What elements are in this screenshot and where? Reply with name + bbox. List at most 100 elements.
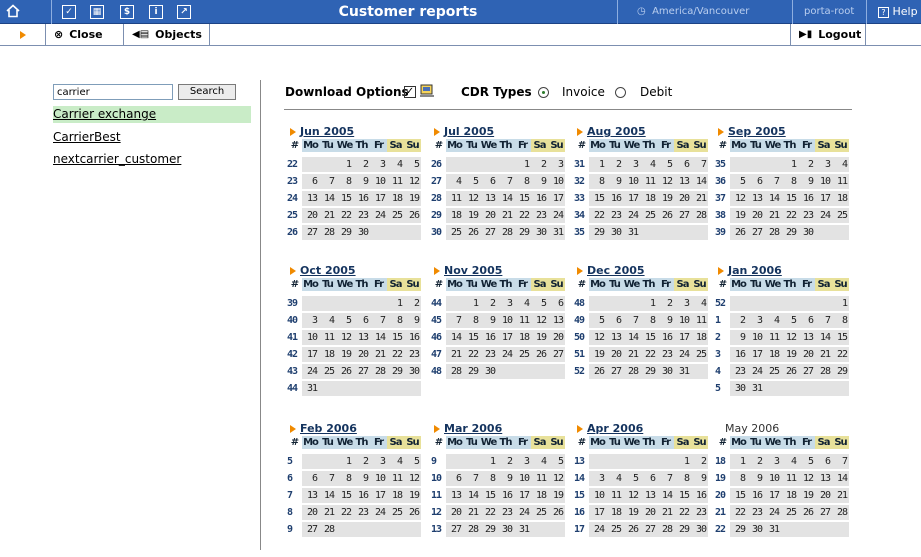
day-cell[interactable]: 10 xyxy=(370,471,387,486)
day-cell[interactable]: 23 xyxy=(480,347,497,362)
day-cell[interactable]: 25 xyxy=(387,505,404,520)
day-cell[interactable]: 4 xyxy=(781,454,798,469)
day-cell[interactable]: 16 xyxy=(497,488,514,503)
day-cell[interactable]: 19 xyxy=(781,347,798,362)
day-cell[interactable]: 1 xyxy=(514,157,531,172)
day-cell[interactable]: 20 xyxy=(302,505,319,520)
day-cell[interactable]: 5 xyxy=(589,313,606,328)
week-number[interactable]: 35 xyxy=(715,156,730,173)
day-cell[interactable]: 2 xyxy=(657,296,674,311)
day-cell[interactable]: 4 xyxy=(387,454,404,469)
day-cell[interactable]: 10 xyxy=(302,330,319,345)
day-cell[interactable]: 5 xyxy=(463,174,480,189)
day-cell[interactable]: 24 xyxy=(302,364,319,379)
week-number[interactable]: 5 xyxy=(287,453,302,470)
month-title-link[interactable]: Apr 2006 xyxy=(574,422,710,436)
day-cell[interactable]: 25 xyxy=(640,208,657,223)
day-cell[interactable]: 26 xyxy=(404,505,421,520)
day-cell[interactable]: 1 xyxy=(832,296,849,311)
day-cell[interactable]: 15 xyxy=(514,191,531,206)
week-number[interactable]: 45 xyxy=(431,312,446,329)
day-cell[interactable]: 3 xyxy=(497,296,514,311)
day-cell[interactable]: 13 xyxy=(674,174,691,189)
day-cell[interactable]: 29 xyxy=(674,522,691,537)
day-cell[interactable]: 3 xyxy=(674,296,691,311)
day-cell[interactable]: 13 xyxy=(302,488,319,503)
day-cell[interactable]: 23 xyxy=(404,347,421,362)
day-cell[interactable]: 11 xyxy=(319,330,336,345)
day-cell[interactable]: 1 xyxy=(480,454,497,469)
day-cell[interactable]: 11 xyxy=(781,471,798,486)
debit-radio[interactable] xyxy=(615,87,626,98)
day-cell[interactable]: 2 xyxy=(730,313,747,328)
check-icon[interactable]: ✓ xyxy=(62,5,76,19)
day-cell[interactable]: 10 xyxy=(497,313,514,328)
day-cell[interactable]: 12 xyxy=(463,191,480,206)
dashboard-icon[interactable]: ▦ xyxy=(90,5,104,19)
day-cell[interactable]: 23 xyxy=(531,208,548,223)
day-cell[interactable]: 2 xyxy=(404,296,421,311)
week-number[interactable]: 41 xyxy=(287,329,302,346)
day-cell[interactable]: 5 xyxy=(548,454,565,469)
day-cell[interactable]: 25 xyxy=(387,208,404,223)
day-cell[interactable]: 19 xyxy=(531,330,548,345)
home-icon[interactable] xyxy=(6,4,20,20)
day-cell[interactable]: 31 xyxy=(764,522,781,537)
week-number[interactable]: 25 xyxy=(287,207,302,224)
day-cell[interactable]: 19 xyxy=(623,505,640,520)
day-cell[interactable]: 1 xyxy=(336,454,353,469)
info-icon[interactable]: i xyxy=(149,5,163,19)
day-cell[interactable]: 27 xyxy=(747,225,764,240)
day-cell[interactable]: 2 xyxy=(497,454,514,469)
day-cell[interactable]: 9 xyxy=(404,313,421,328)
day-cell[interactable]: 18 xyxy=(764,347,781,362)
week-number[interactable]: 27 xyxy=(431,173,446,190)
day-cell[interactable]: 10 xyxy=(370,174,387,189)
day-cell[interactable]: 7 xyxy=(370,313,387,328)
day-cell[interactable]: 15 xyxy=(832,330,849,345)
week-number[interactable]: 50 xyxy=(574,329,589,346)
day-cell[interactable]: 26 xyxy=(657,208,674,223)
day-cell[interactable]: 29 xyxy=(832,364,849,379)
day-cell[interactable]: 9 xyxy=(606,174,623,189)
day-cell[interactable]: 5 xyxy=(404,157,421,172)
download-options-checkbox[interactable]: ✓ xyxy=(404,86,416,98)
day-cell[interactable]: 25 xyxy=(514,347,531,362)
day-cell[interactable]: 7 xyxy=(623,313,640,328)
month-title-link[interactable]: Jan 2006 xyxy=(715,264,851,278)
day-cell[interactable]: 18 xyxy=(319,347,336,362)
week-number[interactable]: 17 xyxy=(574,521,589,538)
day-cell[interactable]: 26 xyxy=(730,225,747,240)
month-title-link[interactable]: Sep 2005 xyxy=(715,125,851,139)
day-cell[interactable]: 20 xyxy=(446,505,463,520)
day-cell[interactable]: 2 xyxy=(606,157,623,172)
day-cell[interactable]: 25 xyxy=(691,347,708,362)
day-cell[interactable]: 4 xyxy=(514,296,531,311)
day-cell[interactable]: 19 xyxy=(336,347,353,362)
day-cell[interactable]: 29 xyxy=(463,364,480,379)
day-cell[interactable]: 6 xyxy=(674,157,691,172)
week-number[interactable]: 12 xyxy=(431,504,446,521)
day-cell[interactable]: 17 xyxy=(764,488,781,503)
day-cell[interactable]: 18 xyxy=(640,191,657,206)
close-button[interactable]: ⊗ Close xyxy=(46,24,124,45)
day-cell[interactable]: 6 xyxy=(548,296,565,311)
day-cell[interactable]: 12 xyxy=(730,191,747,206)
week-number[interactable]: 49 xyxy=(574,312,589,329)
day-cell[interactable]: 8 xyxy=(514,174,531,189)
day-cell[interactable]: 28 xyxy=(497,225,514,240)
day-cell[interactable]: 10 xyxy=(764,471,781,486)
day-cell[interactable]: 15 xyxy=(730,488,747,503)
download-icon[interactable] xyxy=(420,84,436,98)
day-cell[interactable]: 22 xyxy=(674,505,691,520)
day-cell[interactable]: 3 xyxy=(764,454,781,469)
day-cell[interactable]: 7 xyxy=(657,471,674,486)
day-cell[interactable]: 22 xyxy=(336,208,353,223)
day-cell[interactable]: 31 xyxy=(747,381,764,396)
day-cell[interactable]: 16 xyxy=(657,330,674,345)
day-cell[interactable]: 28 xyxy=(832,505,849,520)
day-cell[interactable]: 21 xyxy=(832,488,849,503)
day-cell[interactable]: 22 xyxy=(640,347,657,362)
day-cell[interactable]: 4 xyxy=(531,454,548,469)
day-cell[interactable]: 10 xyxy=(747,330,764,345)
